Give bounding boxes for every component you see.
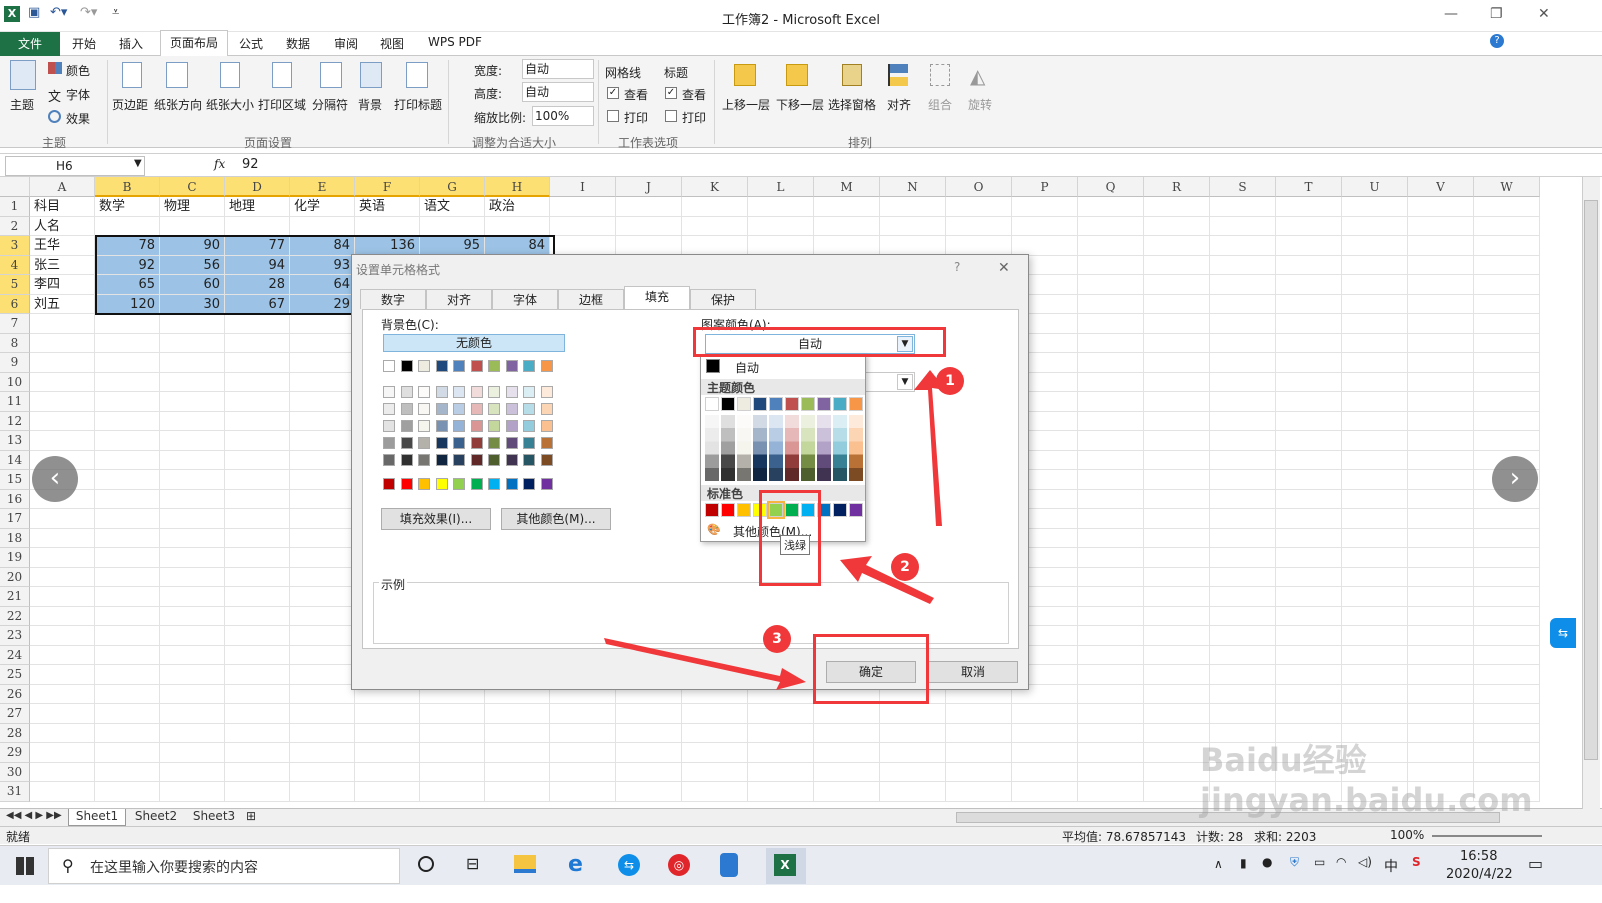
arrow-3 [604, 638, 806, 690]
arrow-1 [914, 370, 946, 526]
baidu-watermark: Baidu经验 jingyan.baidu.com [1200, 741, 1533, 819]
scroll-thumb[interactable] [1584, 200, 1598, 760]
arrow-2 [840, 556, 934, 604]
teamviewer-side-icon[interactable]: ⇆ [1550, 618, 1576, 648]
